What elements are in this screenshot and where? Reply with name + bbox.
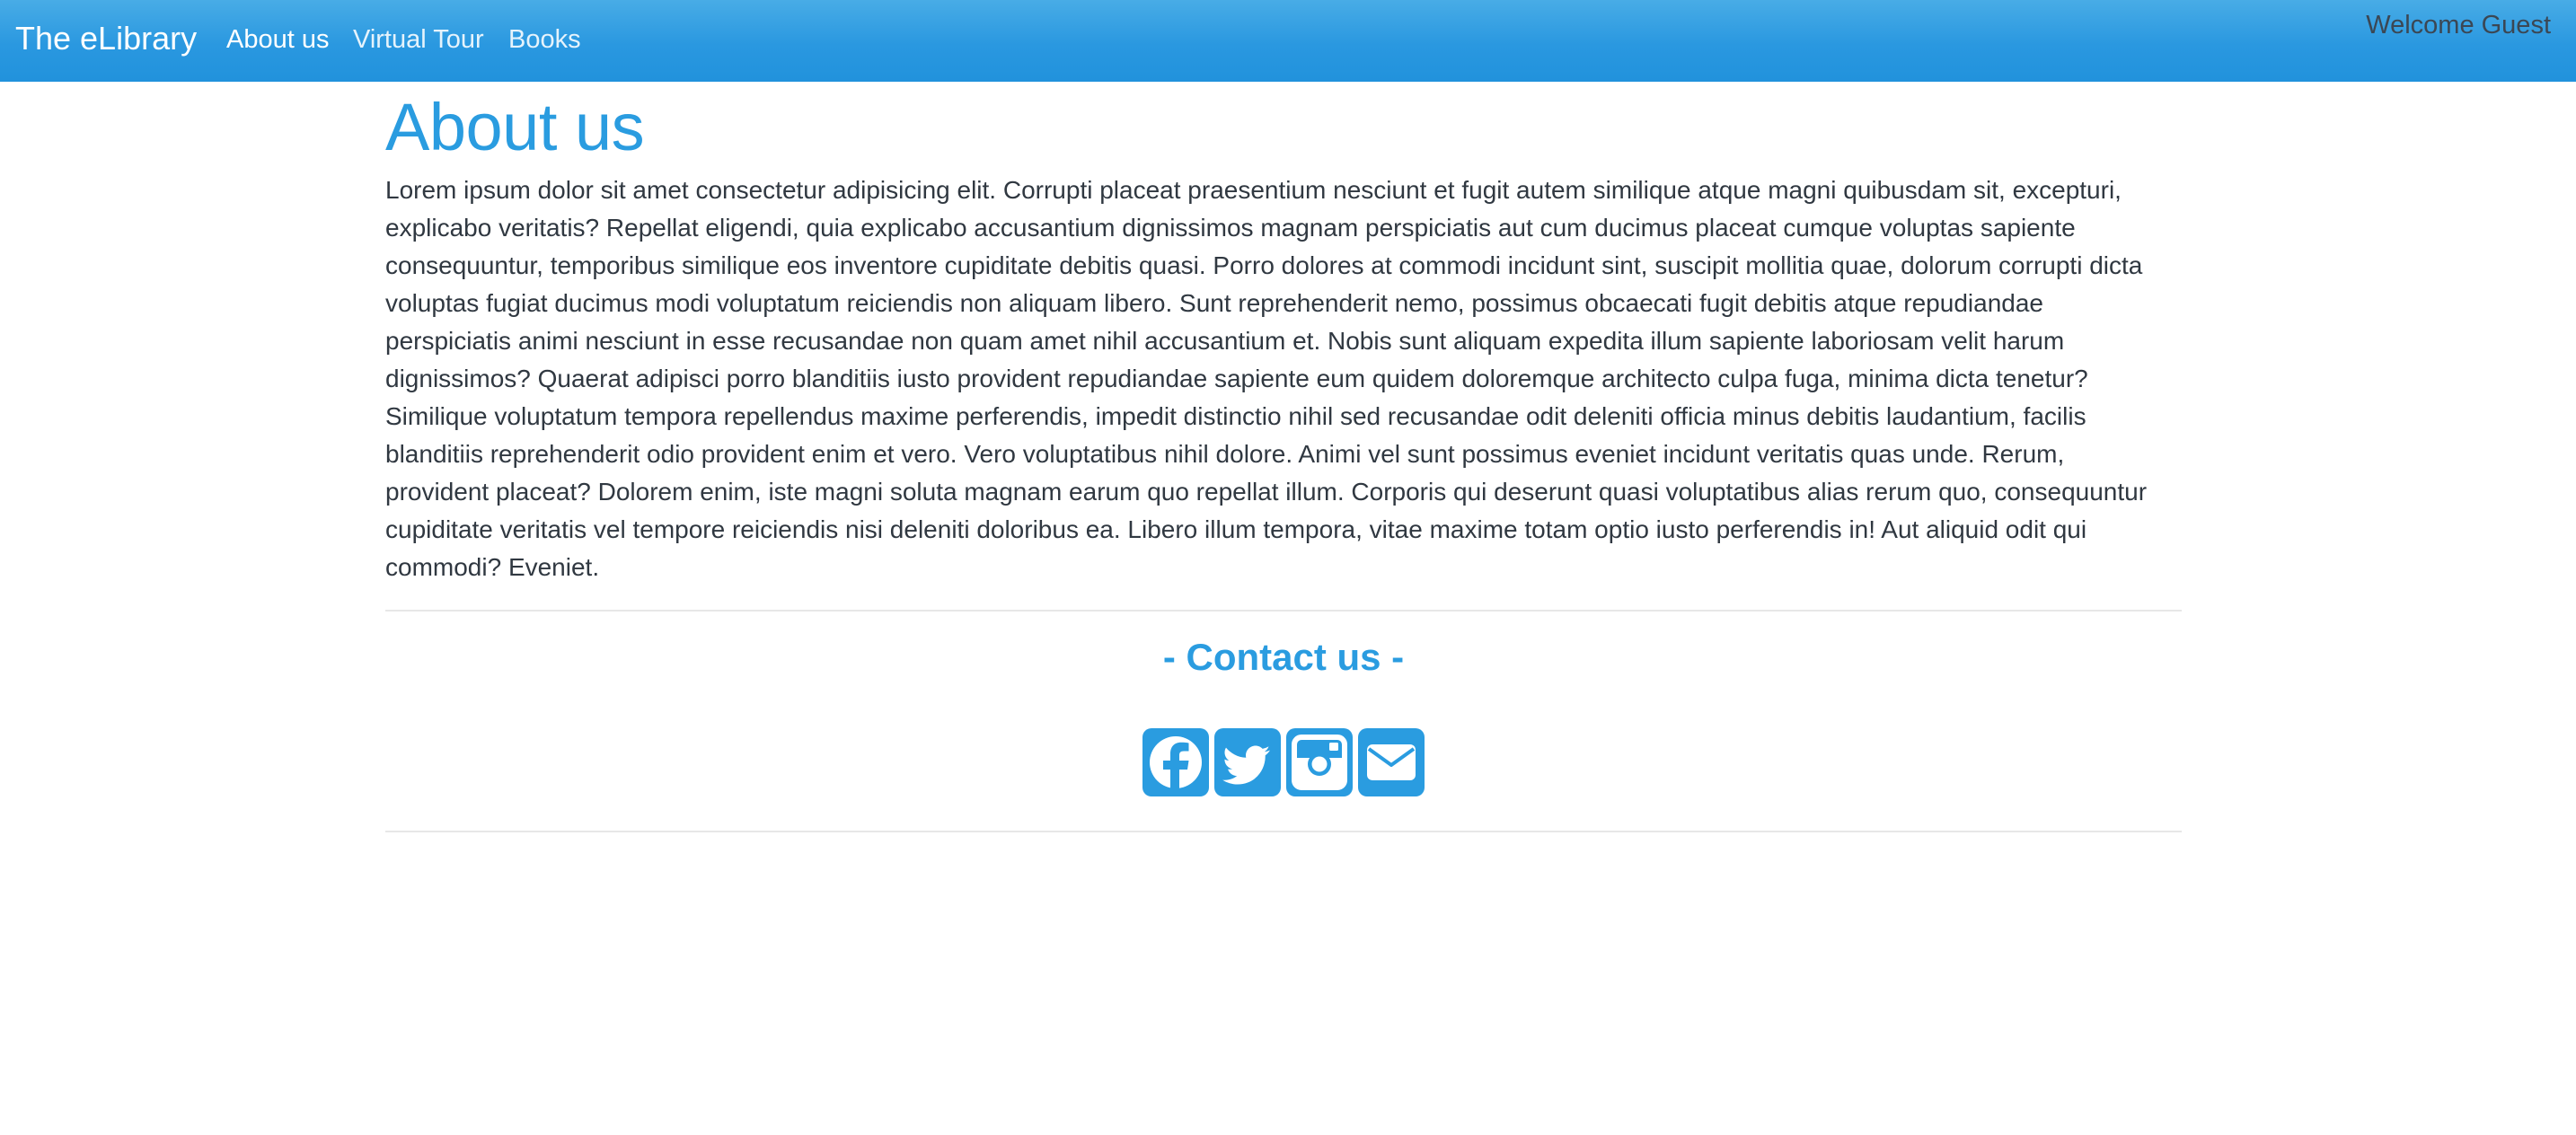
instagram-button[interactable] bbox=[1286, 728, 1353, 796]
nav-link-virtual-tour[interactable]: Virtual Tour bbox=[353, 22, 484, 57]
welcome-message: Welcome Guest bbox=[2366, 11, 2551, 40]
social-links bbox=[385, 728, 2182, 798]
facebook-button[interactable] bbox=[1142, 728, 1209, 796]
brand-link[interactable]: The eLibrary bbox=[15, 18, 197, 59]
twitter-icon bbox=[1222, 745, 1270, 785]
main-content: About us Lorem ipsum dolor sit amet cons… bbox=[385, 82, 2182, 832]
envelope-icon bbox=[1367, 744, 1416, 780]
top-navbar: The eLibrary About us Virtual Tour Books… bbox=[0, 0, 2576, 82]
divider bbox=[385, 831, 2182, 832]
facebook-icon bbox=[1150, 736, 1202, 796]
twitter-button[interactable] bbox=[1214, 728, 1281, 796]
contact-heading: - Contact us - bbox=[1162, 636, 1405, 678]
instagram-icon bbox=[1292, 735, 1347, 790]
about-paragraph: Lorem ipsum dolor sit amet consectetur a… bbox=[385, 176, 2148, 581]
nav-link-books[interactable]: Books bbox=[508, 22, 581, 57]
nav-link-about-us[interactable]: About us bbox=[226, 22, 329, 57]
email-button[interactable] bbox=[1358, 728, 1425, 796]
divider bbox=[385, 610, 2182, 611]
page-title: About us bbox=[385, 90, 645, 164]
